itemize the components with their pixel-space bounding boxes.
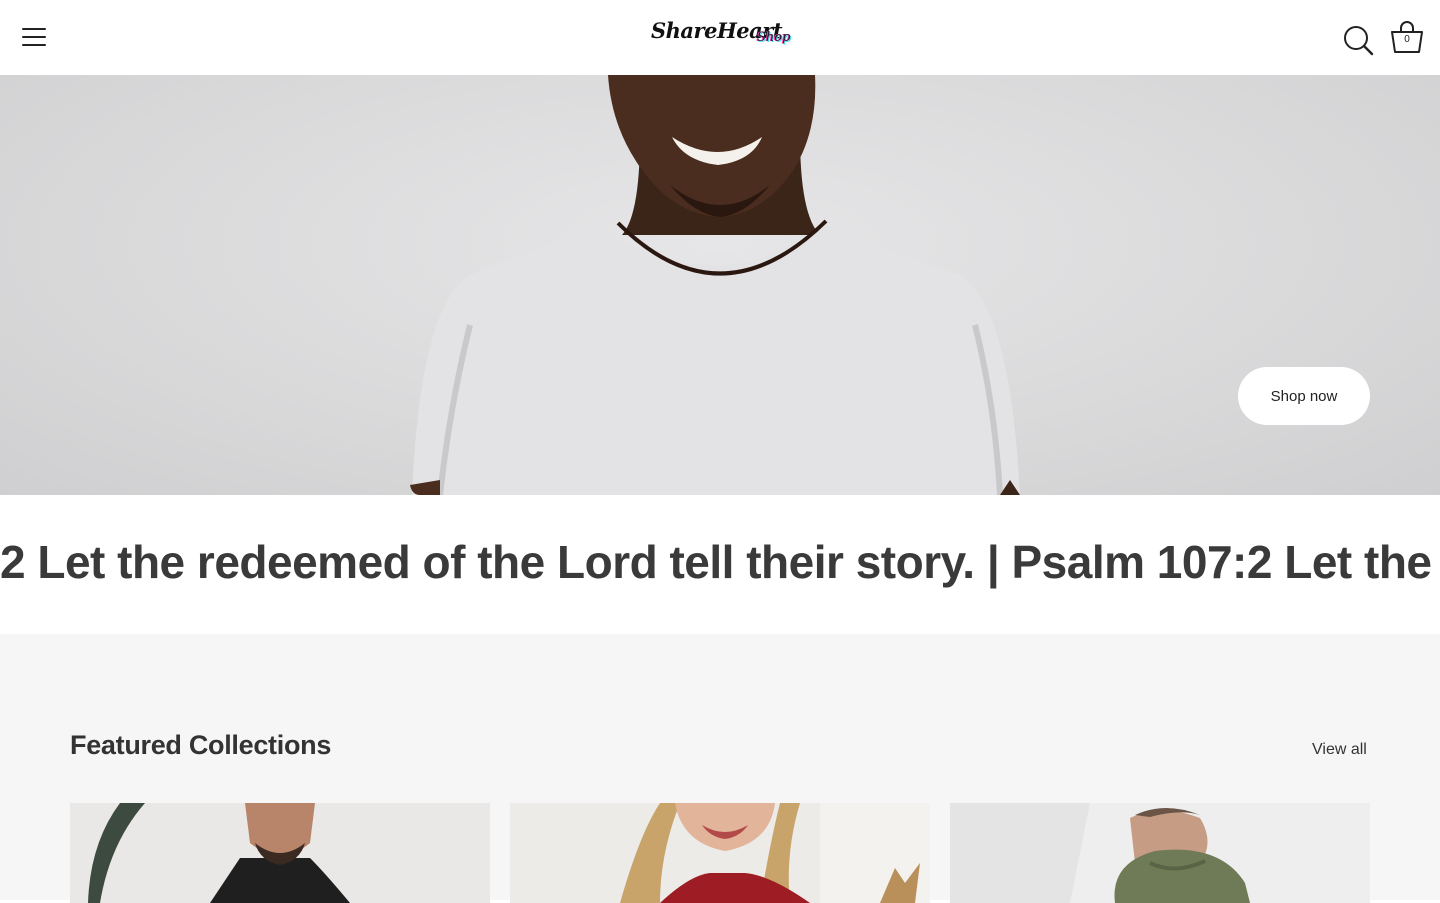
site-logo[interactable]: ShareHeart Shop	[651, 16, 796, 56]
shop-now-button[interactable]: Shop now	[1238, 367, 1370, 425]
collection-card[interactable]	[950, 803, 1370, 903]
collection-card[interactable]	[510, 803, 930, 903]
cart-count-badge: 0	[1404, 34, 1410, 45]
hero-image	[410, 75, 1020, 495]
collection-card[interactable]	[70, 803, 490, 903]
menu-icon[interactable]	[22, 28, 46, 48]
section-title: Featured Collections	[70, 730, 332, 760]
search-icon[interactable]	[1342, 24, 1374, 56]
cart-icon[interactable]: 0	[1390, 20, 1424, 54]
scripture-marquee: 2 Let the redeemed of the Lord tell thei…	[0, 495, 1440, 634]
site-header: ShareHeart Shop 0	[0, 0, 1440, 75]
featured-collections-section: Featured Collections View all	[0, 634, 1440, 903]
collection-image	[70, 803, 490, 903]
collection-image	[510, 803, 930, 903]
collection-image	[950, 803, 1370, 903]
hero-banner: Shop now	[0, 75, 1440, 495]
logo-subtext: Shop	[757, 30, 791, 45]
marquee-text: 2 Let the redeemed of the Lord tell thei…	[0, 536, 1440, 588]
view-all-link[interactable]: View all	[1312, 741, 1367, 759]
